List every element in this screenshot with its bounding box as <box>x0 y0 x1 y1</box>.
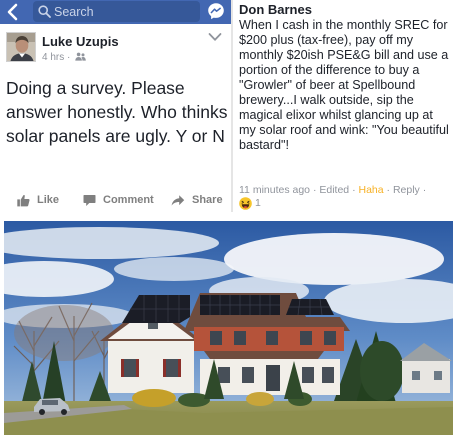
haha-emoji-icon <box>239 196 252 210</box>
comment-button[interactable]: Comment <box>83 192 154 208</box>
share-button[interactable]: Share <box>171 192 223 208</box>
reaction-summary[interactable]: 1 <box>239 196 261 210</box>
post-timestamp[interactable]: 4 hrs · <box>42 52 70 63</box>
reply-button[interactable]: Reply <box>393 184 420 196</box>
friends-icon <box>75 52 86 61</box>
comment-meta: 11 minutes ago · Edited · Haha · Reply · <box>239 184 426 196</box>
post-author-name[interactable]: Luke Uzupis <box>42 34 119 49</box>
solar-house-image <box>4 221 453 435</box>
comment-button-label: Comment <box>103 194 154 206</box>
share-button-label: Share <box>192 194 223 206</box>
panel-divider <box>231 0 233 212</box>
comment-author-name[interactable]: Don Barnes <box>239 2 312 17</box>
search-input[interactable] <box>54 3 194 20</box>
search-icon <box>38 5 51 18</box>
facebook-top-bar <box>0 0 231 24</box>
comment-timestamp[interactable]: 11 minutes ago <box>239 184 310 196</box>
messenger-icon[interactable] <box>207 2 225 20</box>
like-button[interactable]: Like <box>17 192 59 208</box>
facebook-post: Luke Uzupis 4 hrs · Doing a survey. Plea… <box>0 0 231 212</box>
chevron-left-icon[interactable] <box>4 3 22 21</box>
reaction-count: 1 <box>255 197 261 209</box>
avatar[interactable] <box>6 32 36 62</box>
search-box[interactable] <box>33 1 200 22</box>
comment-icon <box>83 194 96 206</box>
avatar-photo <box>7 33 35 61</box>
comment-text: When I cash in the monthly SREC for $200… <box>239 18 449 152</box>
post-header: Luke Uzupis 4 hrs · <box>0 24 231 70</box>
post-action-bar: Like Comment Share <box>0 186 231 212</box>
thumbs-up-icon <box>17 194 30 206</box>
like-button-label: Like <box>37 194 60 206</box>
meta-separator: · <box>422 184 427 196</box>
comment-card: Don Barnes When I cash in the monthly SR… <box>239 0 455 212</box>
comment-edited-label[interactable]: Edited <box>319 184 349 196</box>
post-text: Doing a survey. Please answer honestly. … <box>6 78 228 146</box>
share-icon <box>171 194 185 206</box>
haha-reaction-button[interactable]: Haha <box>359 184 384 196</box>
house-photo <box>4 221 453 435</box>
chevron-down-icon[interactable] <box>208 32 222 42</box>
